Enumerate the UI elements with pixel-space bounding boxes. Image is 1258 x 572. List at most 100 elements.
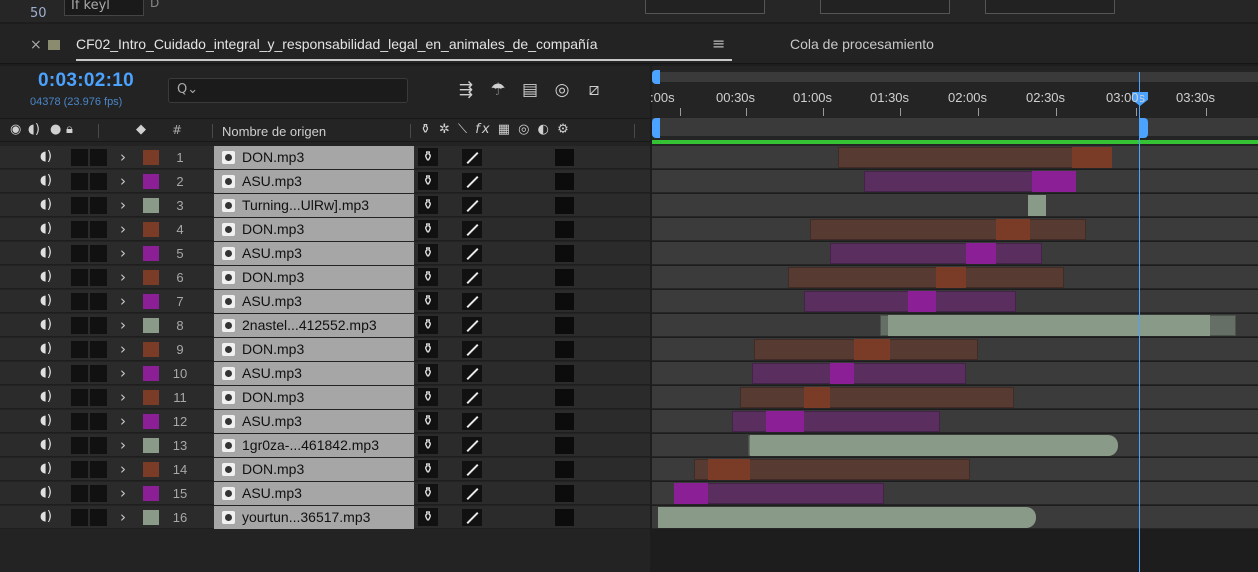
audio-toggle-icon[interactable]: ◖): [40, 461, 52, 476]
adjustment-switch[interactable]: [555, 221, 574, 238]
layer-duration-bar[interactable]: [810, 219, 1086, 240]
quality-switch-icon[interactable]: [462, 437, 482, 454]
layer-source-name[interactable]: DON.mp3: [242, 389, 304, 405]
layer-duration-bar[interactable]: [830, 243, 1042, 264]
shy-switch-icon[interactable]: ⚱: [418, 196, 438, 214]
lock-toggle[interactable]: [90, 245, 107, 262]
adjustment-switch[interactable]: [555, 413, 574, 430]
audio-toggle-icon[interactable]: ◖): [40, 437, 52, 452]
layer-active-segment[interactable]: [708, 459, 750, 480]
label-tag-icon[interactable]: ◆: [136, 122, 146, 137]
audio-toggle-icon[interactable]: ◖): [40, 365, 52, 380]
shy-switch-icon[interactable]: ⚱: [418, 412, 438, 430]
top-strip-dropdown[interactable]: [820, 0, 950, 14]
layer-source-name[interactable]: ASU.mp3: [242, 245, 302, 261]
layer-source-name[interactable]: ASU.mp3: [242, 293, 302, 309]
solo-toggle[interactable]: [71, 461, 88, 478]
solo-toggle[interactable]: [71, 485, 88, 502]
layer-label-color[interactable]: [143, 222, 159, 237]
current-timecode[interactable]: 0:03:02:10: [38, 70, 134, 92]
shy-switch-icon[interactable]: ⚱: [418, 388, 438, 406]
layer-label-color[interactable]: [143, 462, 159, 477]
solo-toggle[interactable]: [71, 149, 88, 166]
layer-duration-bar[interactable]: [740, 387, 1014, 408]
expand-chevron-icon[interactable]: ›: [120, 364, 126, 382]
layer-active-segment[interactable]: [674, 483, 708, 504]
quality-switch-icon[interactable]: [462, 317, 482, 334]
eye-icon[interactable]: ◉: [10, 122, 21, 137]
layer-source-name[interactable]: DON.mp3: [242, 221, 304, 237]
quality-switch-icon[interactable]: [462, 197, 482, 214]
layer-active-segment[interactable]: [1032, 171, 1076, 192]
lock-toggle[interactable]: [90, 317, 107, 334]
layer-source-name[interactable]: 1gr0za-...461842.mp3: [242, 437, 379, 453]
frame-blending-icon[interactable]: ▤: [520, 80, 540, 100]
top-strip-tools[interactable]: [985, 0, 1115, 14]
work-area-bar[interactable]: [652, 118, 1258, 136]
expand-chevron-icon[interactable]: ›: [120, 172, 126, 190]
expand-chevron-icon[interactable]: ›: [120, 244, 126, 262]
adjustment-switch[interactable]: [555, 317, 574, 334]
layer-source-name[interactable]: DON.mp3: [242, 461, 304, 477]
layer-row[interactable]: ◖) › 8 2nastel...412552.mp3 ⚱: [0, 314, 1258, 337]
layer-label-color[interactable]: [143, 486, 159, 501]
layer-row[interactable]: ◖) › 1 DON.mp3 ⚱: [0, 146, 1258, 169]
solo-toggle[interactable]: [71, 437, 88, 454]
adjustment-switch[interactable]: [555, 269, 574, 286]
layer-label-color[interactable]: [143, 246, 159, 261]
quality-switch-icon[interactable]: [462, 293, 482, 310]
shy-switch-icon[interactable]: ⚱: [418, 268, 438, 286]
layer-duration-bar[interactable]: [732, 411, 940, 432]
layer-row[interactable]: ◖) › 2 ASU.mp3 ⚱: [0, 170, 1258, 193]
layer-active-segment[interactable]: [888, 315, 1210, 336]
audio-toggle-icon[interactable]: ◖): [40, 509, 52, 524]
shy-switch-icon[interactable]: ⚱: [418, 364, 438, 382]
layer-active-segment[interactable]: [966, 243, 996, 264]
adjustment-switch[interactable]: [555, 461, 574, 478]
solo-toggle[interactable]: [71, 221, 88, 238]
lock-icon[interactable]: 🔒︎: [66, 122, 73, 137]
layer-label-color[interactable]: [143, 366, 159, 381]
top-strip-control[interactable]: [645, 0, 765, 14]
expand-chevron-icon[interactable]: ›: [120, 316, 126, 334]
layer-label-color[interactable]: [143, 390, 159, 405]
adjustment-switch[interactable]: [555, 365, 574, 382]
shy-switch-icon[interactable]: ⚱: [418, 292, 438, 310]
lock-toggle[interactable]: [90, 389, 107, 406]
shy-switch-icon[interactable]: ⚱: [418, 460, 438, 478]
layer-active-segment[interactable]: [804, 387, 830, 408]
solo-icon[interactable]: ●: [50, 122, 61, 137]
layer-label-color[interactable]: [143, 438, 159, 453]
shy-switch-icon[interactable]: ⚱: [418, 148, 438, 166]
layer-source-name[interactable]: 2nastel...412552.mp3: [242, 317, 377, 333]
quality-switch-icon[interactable]: [462, 173, 482, 190]
navigator-start-handle[interactable]: [652, 70, 660, 84]
layer-active-segment[interactable]: [830, 363, 854, 384]
layer-label-color[interactable]: [143, 270, 159, 285]
audio-toggle-icon[interactable]: ◖): [40, 197, 52, 212]
render-queue-tab[interactable]: Cola de procesamiento: [790, 36, 934, 52]
layer-row[interactable]: ◖) › 3 Turning...UlRw].mp3 ⚱: [0, 194, 1258, 217]
layer-source-name[interactable]: DON.mp3: [242, 269, 304, 285]
quality-switch-icon[interactable]: [462, 461, 482, 478]
expand-chevron-icon[interactable]: ›: [120, 292, 126, 310]
lock-toggle[interactable]: [90, 293, 107, 310]
layer-label-color[interactable]: [143, 318, 159, 333]
expand-chevron-icon[interactable]: ›: [120, 484, 126, 502]
layer-row[interactable]: ◖) › 16 yourtun...36517.mp3 ⚱: [0, 506, 1258, 529]
work-area-start-handle[interactable]: [652, 118, 660, 138]
layer-active-segment[interactable]: [766, 411, 804, 432]
adjustment-switch[interactable]: [555, 509, 574, 526]
solo-toggle[interactable]: [71, 365, 88, 382]
audio-toggle-icon[interactable]: ◖): [40, 221, 52, 236]
layer-row[interactable]: ◖) › 14 DON.mp3 ⚱: [0, 458, 1258, 481]
layer-row[interactable]: ◖) › 9 DON.mp3 ⚱: [0, 338, 1258, 361]
layer-row[interactable]: ◖) › 10 ASU.mp3 ⚱: [0, 362, 1258, 385]
layer-row[interactable]: ◖) › 15 ASU.mp3 ⚱: [0, 482, 1258, 505]
quality-switch-icon[interactable]: [462, 389, 482, 406]
layer-duration-bar[interactable]: [752, 363, 966, 384]
lock-toggle[interactable]: [90, 461, 107, 478]
adjustment-switch[interactable]: [555, 293, 574, 310]
quality-switch-icon[interactable]: [462, 485, 482, 502]
audio-toggle-icon[interactable]: ◖): [40, 485, 52, 500]
